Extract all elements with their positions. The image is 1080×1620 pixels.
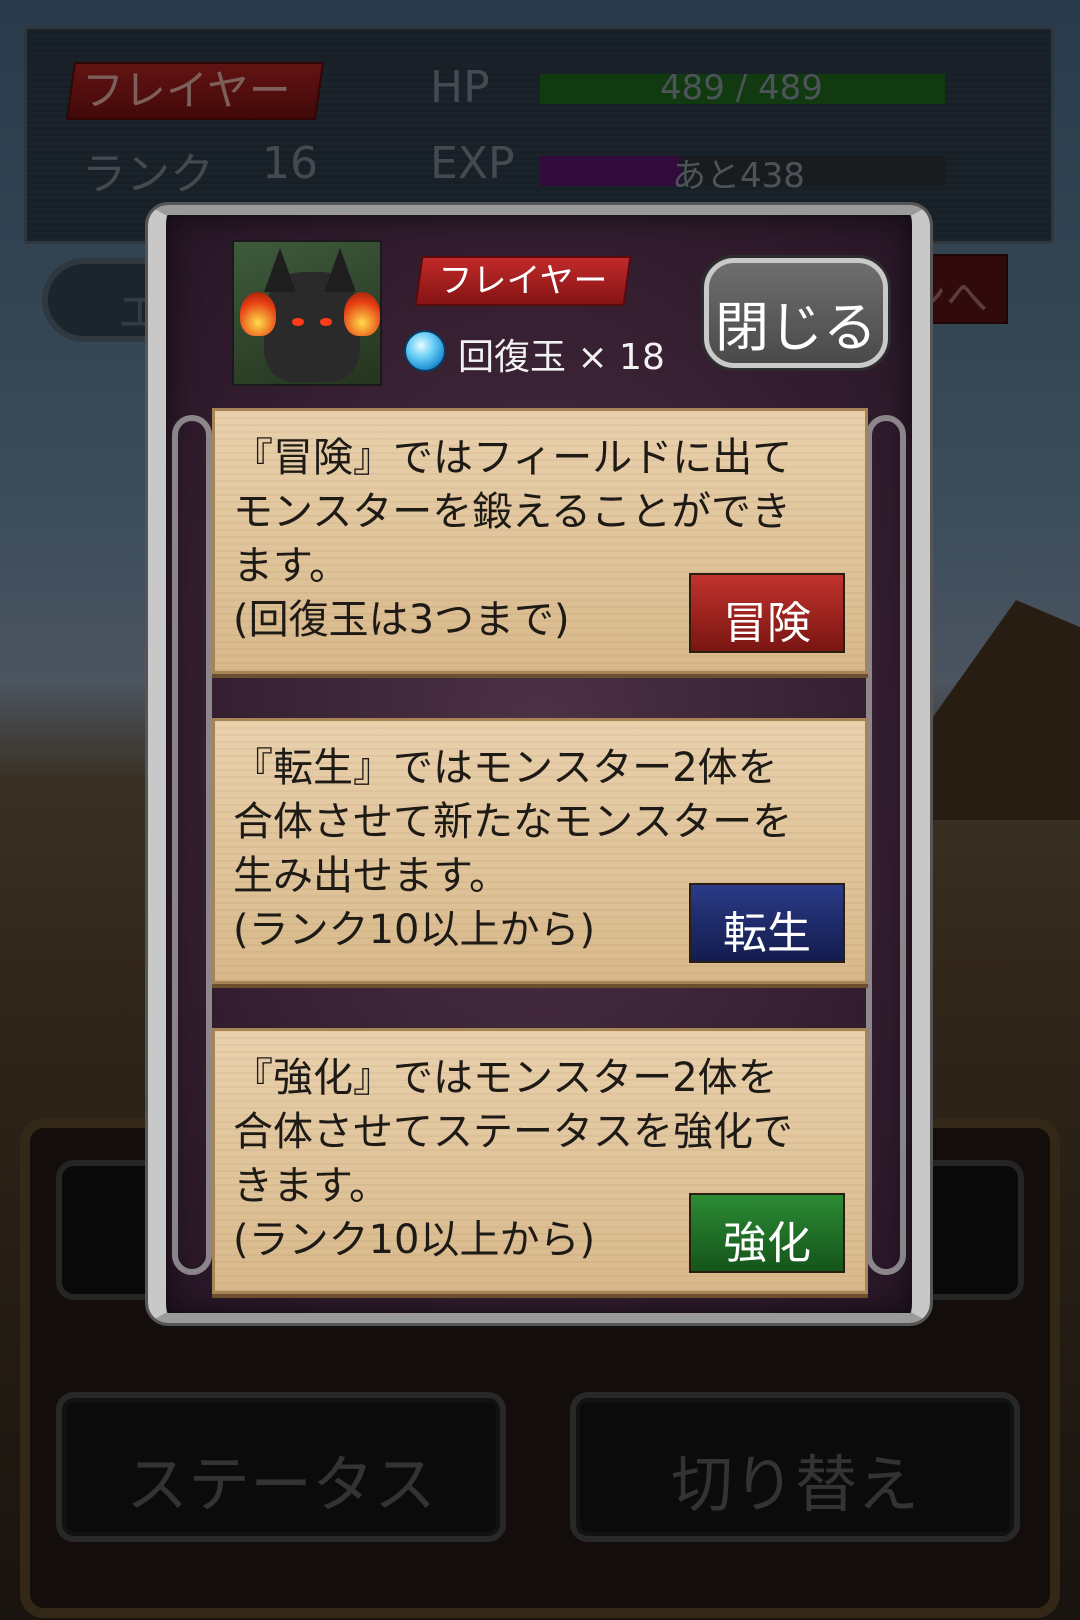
monster-name-banner: フレイヤー: [414, 256, 632, 306]
monster-eye: [292, 318, 304, 326]
scroll-ornament-left: [172, 415, 212, 1275]
monster-ear-right: [324, 248, 356, 292]
rebirth-card: 『転生』ではモンスター2体を 合体させて新たなモンスターを 生み出せます。 (ラ…: [212, 718, 868, 984]
monster-name: フレイヤー: [438, 261, 608, 301]
flame-icon: [344, 292, 380, 336]
monster-ear-left: [264, 248, 296, 292]
monster-portrait: [232, 240, 382, 386]
recovery-orb-count: 回復玉 × 18: [458, 337, 665, 378]
adventure-button-label: 冒険: [723, 598, 811, 649]
rebirth-button-label: 転生: [723, 908, 811, 959]
monster-eye: [320, 318, 332, 326]
scroll-ornament-right: [866, 415, 906, 1275]
close-button-label: 閉じる: [715, 296, 877, 359]
enhance-button-label: 強化: [723, 1218, 811, 1269]
rebirth-button[interactable]: 転生: [689, 883, 845, 963]
enhance-button[interactable]: 強化: [689, 1193, 845, 1273]
enhance-card: 『強化』ではモンスター2体を 合体させてステータスを強化で きます。 (ランク1…: [212, 1028, 868, 1294]
close-button[interactable]: 閉じる: [704, 258, 888, 368]
recovery-orb-icon: [404, 330, 446, 372]
flame-icon: [240, 292, 276, 336]
adventure-card: 『冒険』ではフィールドに出て モンスターを鍛えることができ ます。 (回復玉は3…: [212, 408, 868, 674]
adventure-button[interactable]: 冒険: [689, 573, 845, 653]
